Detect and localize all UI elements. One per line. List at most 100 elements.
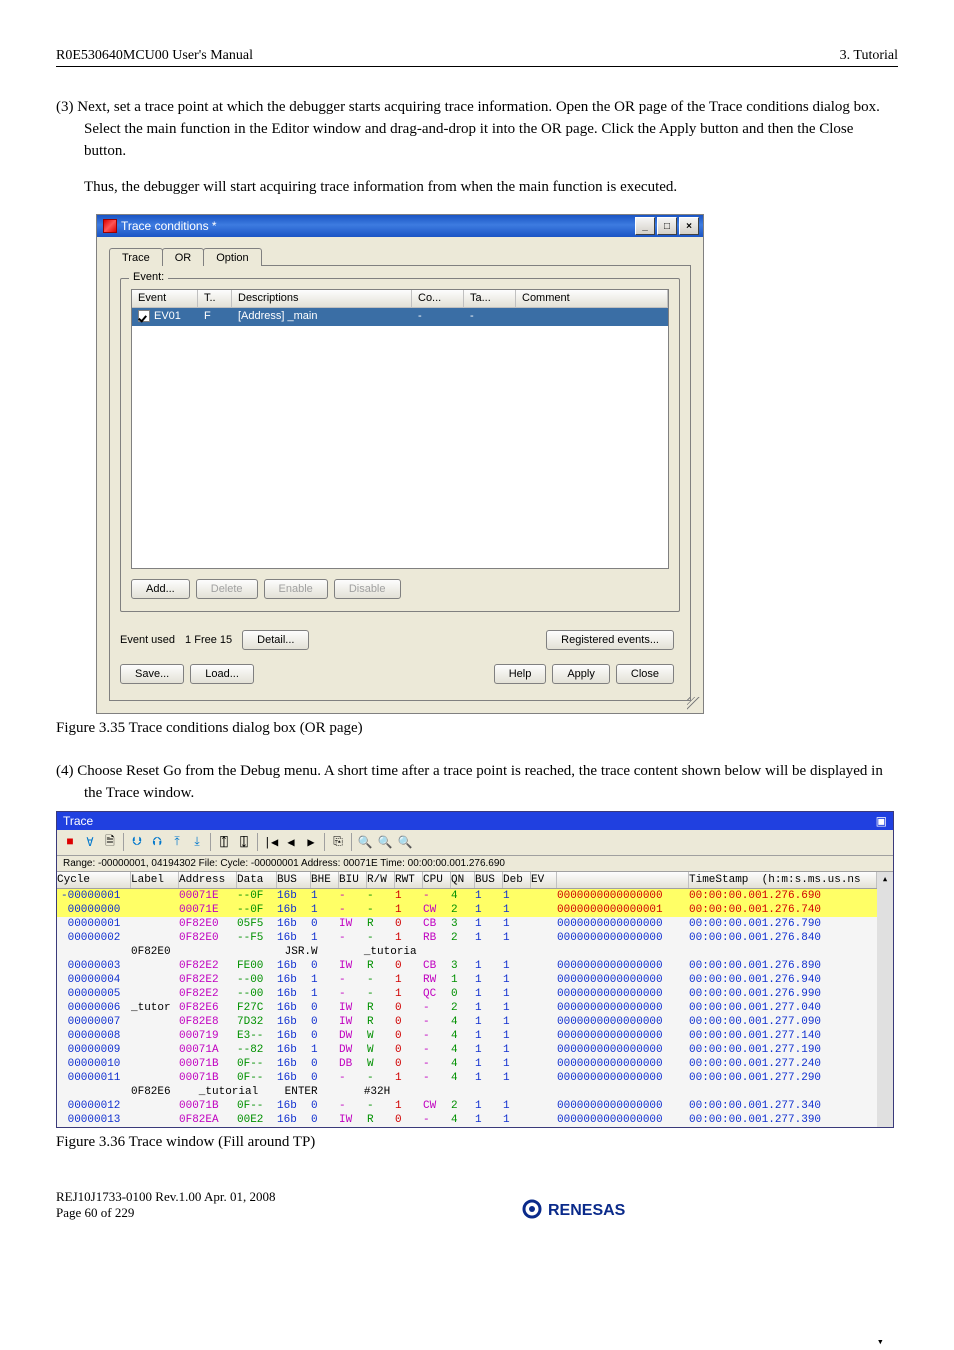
tb-icon-stop[interactable]: ■ [61, 833, 79, 851]
minimize-button[interactable]: _ [635, 217, 655, 235]
tb-icon-bottom[interactable]: ⤓ [188, 833, 206, 851]
trace-row[interactable]: -0000000100071E--0F16b1--1-4110000000000… [57, 889, 877, 903]
trace-range-text: Range: -00000001, 04194302 File: Cycle: … [57, 856, 893, 872]
load-button[interactable]: Load... [190, 664, 254, 684]
h-cycle[interactable]: Cycle [57, 872, 131, 888]
trace-row[interactable]: 0000001200071B0F--16b0--1CW2110000000000… [57, 1099, 877, 1113]
trace-row[interactable]: 000000050F82E2--0016b1--1QC0110000000000… [57, 987, 877, 1001]
trace-row[interactable]: 00000008000719E3--16b0DWW0-4110000000000… [57, 1029, 877, 1043]
h-bus[interactable]: BUS [277, 872, 311, 888]
h-rw[interactable]: R/W [367, 872, 395, 888]
h-blank[interactable] [557, 872, 689, 888]
h-rwt[interactable]: RWT [395, 872, 423, 888]
h-label[interactable]: Label [131, 872, 179, 888]
trace-row[interactable]: 0F82E0 JSR.W _tutoria [57, 945, 877, 959]
h-bus2[interactable]: BUS [475, 872, 503, 888]
trace-conditions-dialog: Trace conditions * _ □ × Trace OR Option… [96, 214, 704, 714]
event-co: - [412, 308, 464, 326]
tab-strip: Trace OR Option [109, 247, 691, 265]
dialog-icon [103, 219, 117, 233]
header-rule [56, 66, 898, 67]
close-button[interactable]: Close [616, 664, 674, 684]
event-checkbox[interactable] [138, 310, 150, 322]
tb-icon-top[interactable]: ⤒ [168, 833, 186, 851]
h-timestamp[interactable]: TimeStamp (h:m:s.ms.us.ns [689, 872, 877, 888]
trace-row[interactable]: 0000000000071E--0F16b1--1CW2110000000000… [57, 903, 877, 917]
tb-icon-zoom-1[interactable]: 🔍 [356, 833, 374, 851]
help-button[interactable]: Help [494, 664, 547, 684]
trace-row[interactable]: 000000040F82E2--0016b1--1RW1110000000000… [57, 973, 877, 987]
col-ta[interactable]: Ta... [464, 290, 516, 308]
trace-window: Trace ▣ ■ ∀ 🗎 ⮋ ⮉ ⤒ ⤓ ⍐ ⍗ |◀ ◀ ▶ ⎘ 🔍 🔍 🔍 [56, 811, 894, 1128]
svg-text:RENESAS: RENESAS [548, 1202, 626, 1219]
dialog-titlebar[interactable]: Trace conditions * _ □ × [97, 215, 703, 237]
trace-row[interactable]: 0000000900071A--8216b1DWW0-4110000000000… [57, 1043, 877, 1057]
delete-button[interactable]: Delete [196, 579, 258, 599]
footer-line1: REJ10J1733-0100 Rev.1.00 Apr. 01, 2008 [56, 1189, 336, 1205]
tab-option[interactable]: Option [203, 248, 261, 266]
h-bhe[interactable]: BHE [311, 872, 339, 888]
para-4: (4) Choose Reset Go from the Debug menu.… [56, 761, 898, 805]
detail-button[interactable]: Detail... [242, 630, 309, 650]
event-listview[interactable]: Event T.. Descriptions Co... Ta... Comme… [131, 289, 669, 569]
h-ev[interactable]: EV [531, 872, 557, 888]
disable-button[interactable]: Disable [334, 579, 401, 599]
dialog-title: Trace conditions * [121, 219, 635, 233]
tb-icon-zoom-3[interactable]: 🔍 [396, 833, 414, 851]
apply-button[interactable]: Apply [552, 664, 610, 684]
col-comment[interactable]: Comment [516, 290, 668, 308]
event-ta: - [464, 308, 516, 326]
tb-icon-step-back[interactable]: ◀ [282, 833, 300, 851]
tab-or[interactable]: OR [162, 248, 205, 266]
trace-row[interactable]: 00000006_tutor0F82E6F27C16b0IWR0-2110000… [57, 1001, 877, 1015]
trace-vscrollbar[interactable]: ▴ ▾ [877, 872, 893, 1127]
tb-icon-step-fwd[interactable]: ▶ [302, 833, 320, 851]
trace-row[interactable]: 0000001000071B0F--16b0DBW0-4110000000000… [57, 1057, 877, 1071]
col-descriptions[interactable]: Descriptions [232, 290, 412, 308]
trace-row[interactable]: 0000001100071B0F--16b0--1-41100000000000… [57, 1071, 877, 1085]
h-qn[interactable]: QN [451, 872, 475, 888]
trace-row[interactable]: 000000030F82E2FE0016b0IWR0CB311000000000… [57, 959, 877, 973]
registered-events-button[interactable]: Registered events... [546, 630, 674, 650]
trace-row[interactable]: 000000020F82E0--F516b1--1RB2110000000000… [57, 931, 877, 945]
close-dialog-button[interactable]: × [679, 217, 699, 235]
tb-icon-find-bot[interactable]: ⍗ [235, 833, 253, 851]
add-button[interactable]: Add... [131, 579, 190, 599]
resize-grip[interactable] [687, 697, 701, 711]
trace-row[interactable]: 0F82E6 _tutorial ENTER #32H [57, 1085, 877, 1099]
col-co[interactable]: Co... [412, 290, 464, 308]
h-address[interactable]: Address [179, 872, 237, 888]
event-t: F [198, 308, 232, 326]
enable-button[interactable]: Enable [264, 579, 328, 599]
trace-row[interactable]: 000000010F82E005F516b0IWR0CB311000000000… [57, 917, 877, 931]
tb-icon-popup[interactable]: ⎘ [329, 833, 347, 851]
tb-icon-filter[interactable]: ∀ [81, 833, 99, 851]
event-name: EV01 [154, 310, 181, 322]
h-data[interactable]: Data [237, 872, 277, 888]
col-t[interactable]: T.. [198, 290, 232, 308]
event-row-ev01[interactable]: EV01 F [Address] _main - - [132, 308, 668, 326]
col-event[interactable]: Event [132, 290, 198, 308]
event-comment [516, 308, 668, 326]
tab-trace[interactable]: Trace [109, 248, 163, 266]
tb-icon-zoom-2[interactable]: 🔍 [376, 833, 394, 851]
trace-row[interactable]: 000000130F82EA00E216b0IWR0-4110000000000… [57, 1113, 877, 1127]
maximize-button[interactable]: □ [657, 217, 677, 235]
para-3: (3) Next, set a trace point at which the… [56, 97, 898, 162]
trace-grid[interactable]: Cycle Label Address Data BUS BHE BIU R/W… [57, 872, 877, 1127]
h-biu[interactable]: BIU [339, 872, 367, 888]
trace-toolbar: ■ ∀ 🗎 ⮋ ⮉ ⤒ ⤓ ⍐ ⍗ |◀ ◀ ▶ ⎘ 🔍 🔍 🔍 [57, 830, 893, 856]
tb-icon-step-first[interactable]: |◀ [262, 833, 280, 851]
trace-row[interactable]: 000000070F82E87D3216b0IWR0-4110000000000… [57, 1015, 877, 1029]
h-cpu[interactable]: CPU [423, 872, 451, 888]
tb-icon-doc[interactable]: 🗎 [101, 833, 119, 851]
tb-icon-up[interactable]: ⮉ [148, 833, 166, 851]
event-used-value: 1 Free 15 [185, 634, 232, 646]
tb-icon-down[interactable]: ⮋ [128, 833, 146, 851]
save-button[interactable]: Save... [120, 664, 184, 684]
event-group: Event: Event T.. Descriptions Co... Ta..… [120, 278, 680, 612]
h-deb[interactable]: Deb [503, 872, 531, 888]
trace-window-pin-icon[interactable]: ▣ [876, 814, 887, 828]
event-used-label: Event used [120, 634, 175, 646]
tb-icon-find-top[interactable]: ⍐ [215, 833, 233, 851]
